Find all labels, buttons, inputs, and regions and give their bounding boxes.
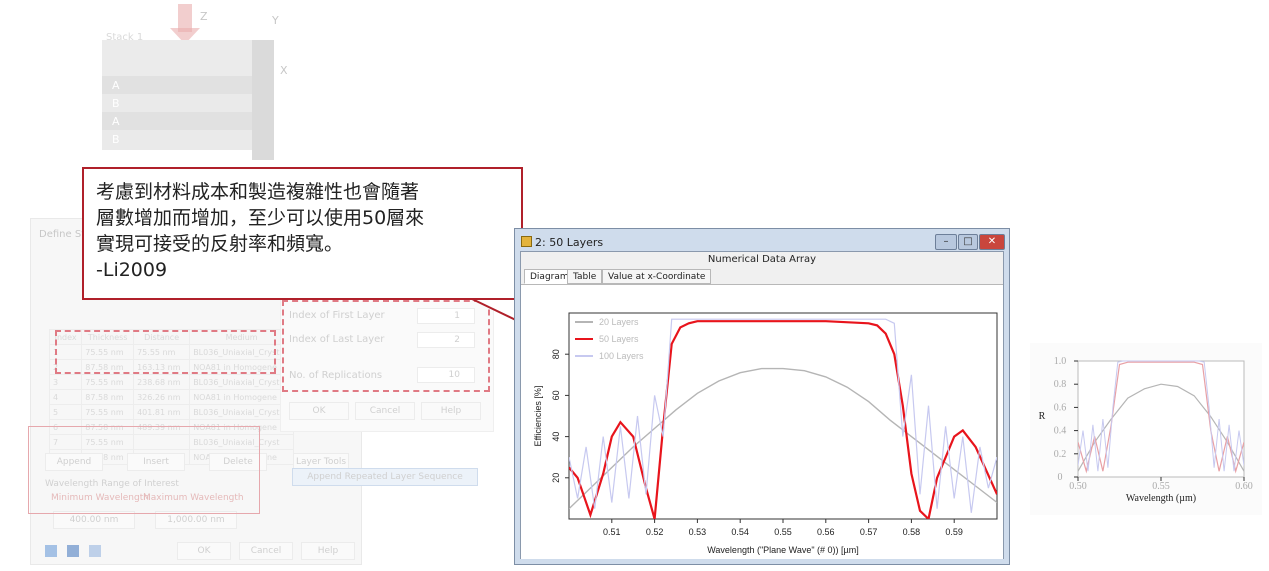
- plot-area: 0.51 0.52 0.53 0.54 0.55 0.56 0.57 0.58 0.59 20 40…: [521, 284, 1003, 559]
- y-tick-label: 0: [1058, 472, 1063, 483]
- window-body: Numerical Data Array Diagram Table Value…: [520, 251, 1004, 559]
- x-tick-label: 0.55: [1152, 481, 1170, 492]
- window-title: 2: 50 Layers: [535, 236, 604, 249]
- x-tick-label: 0.58: [903, 527, 921, 537]
- reference-chart: 0.50 0.55 0.60 0 0.2 0.4 0.6 0.8 1.0 Wavelength (…: [1039, 356, 1253, 504]
- y-axis-label: Efficiencies [%]: [533, 386, 543, 447]
- y-tick-label: 60: [551, 390, 561, 400]
- callout-line-1: 考慮到材料成本和製造複雜性也會隨著: [96, 181, 420, 203]
- y-tick-label: 80: [551, 349, 561, 359]
- x-tick-label: 0.50: [1069, 481, 1087, 492]
- x-tick-label: 0.55: [774, 527, 792, 537]
- legend-label: 50 Layers: [599, 334, 639, 344]
- x-tick-label: 0.54: [731, 527, 749, 537]
- x-tick-label: 0.52: [646, 527, 664, 537]
- y-axis-label: R: [1039, 411, 1046, 422]
- plot-window: 2: 50 Layers – □ ✕ Numerical Data Array …: [514, 228, 1010, 565]
- callout-line-3: 實現可接受的反射率和頻寬。: [96, 233, 344, 255]
- y-tick-label: 0.2: [1054, 449, 1067, 460]
- x-tick-label: 0.57: [860, 527, 878, 537]
- callout-line-4: -Li2009: [96, 259, 168, 281]
- tab-value-at-x[interactable]: Value at x-Coordinate: [602, 269, 712, 284]
- maximize-button[interactable]: □: [958, 234, 978, 250]
- close-button[interactable]: ✕: [979, 234, 1005, 250]
- window-subtitle: Numerical Data Array: [707, 254, 817, 265]
- x-tick-label: 0.60: [1235, 481, 1253, 492]
- window-icon: [521, 236, 532, 247]
- x-tick-label: 0.59: [945, 527, 963, 537]
- tab-table[interactable]: Table: [567, 269, 603, 284]
- callout-line-2: 層數增加而增加，至少可以使用50層來: [96, 207, 425, 229]
- x-tick-label: 0.51: [603, 527, 621, 537]
- x-axis-label: Wavelength (µm): [1126, 493, 1196, 504]
- y-tick-label: 40: [551, 432, 561, 442]
- y-tick-label: 0.6: [1054, 402, 1067, 413]
- x-tick-label: 0.53: [689, 527, 707, 537]
- y-tick-label: 1.0: [1054, 356, 1067, 367]
- minimize-button[interactable]: –: [935, 234, 957, 250]
- y-tick-label: 0.8: [1054, 379, 1067, 390]
- efficiency-chart: 0.51 0.52 0.53 0.54 0.55 0.56 0.57 0.58 0.59 20 40…: [533, 312, 998, 555]
- x-axis-label: Wavelength ("Plane Wave" (# 0)) [µm]: [707, 545, 858, 555]
- legend-label: 20 Layers: [599, 317, 639, 327]
- y-tick-label: 20: [551, 473, 561, 483]
- legend-label: 100 Layers: [599, 351, 644, 361]
- y-tick-label: 0.4: [1054, 426, 1067, 437]
- x-tick-label: 0.56: [817, 527, 835, 537]
- annotation-callout: 考慮到材料成本和製造複雜性也會隨著 層數增加而增加，至少可以使用50層來 實現可…: [82, 167, 523, 300]
- reference-chart-image: 0.50 0.55 0.60 0 0.2 0.4 0.6 0.8 1.0 Wavelength (…: [1030, 343, 1262, 515]
- callout-text: 考慮到材料成本和製造複雜性也會隨著 層數增加而增加，至少可以使用50層來 實現可…: [96, 179, 424, 283]
